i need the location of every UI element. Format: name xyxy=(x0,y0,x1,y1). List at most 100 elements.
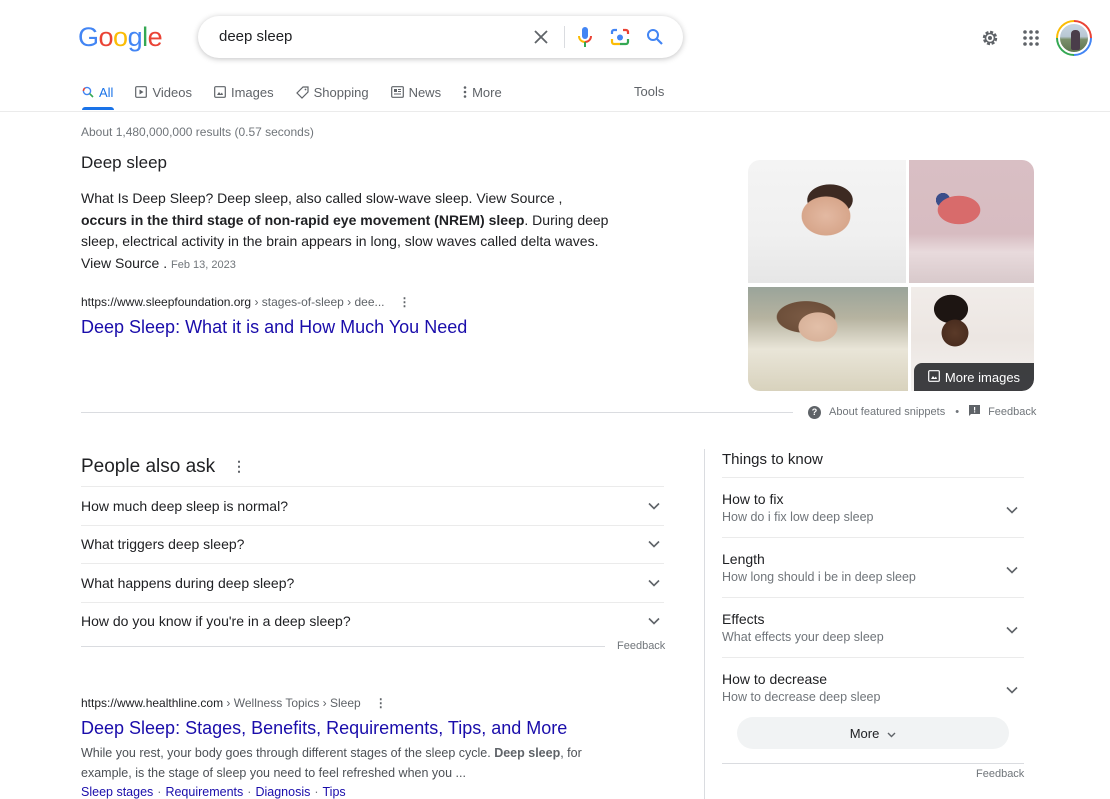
item-subtitle: How do i fix low deep sleep xyxy=(722,510,874,524)
people-also-ask-title: People also ask xyxy=(81,456,216,477)
sitelink[interactable]: Diagnosis xyxy=(255,785,310,799)
tab-label: News xyxy=(408,84,442,100)
avatar-photo xyxy=(1058,22,1090,54)
tab-label: Images xyxy=(230,84,274,100)
apps-grid-icon[interactable] xyxy=(1020,27,1042,49)
url-domain: https://www.healthline.com xyxy=(81,696,224,710)
featured-snippet-url[interactable]: https://www.sleepfoundation.org › stages… xyxy=(81,295,411,309)
result-url[interactable]: https://www.healthline.com › Wellness To… xyxy=(81,696,387,710)
item-heading: How to fix xyxy=(722,491,784,507)
chevron-down-icon xyxy=(1006,561,1018,579)
tab-shopping[interactable]: Shopping xyxy=(295,84,369,100)
snippet-divider xyxy=(81,412,793,413)
about-featured-snippets-link[interactable]: About featured snippets xyxy=(829,406,945,418)
tab-news[interactable]: News xyxy=(390,84,442,100)
clear-icon[interactable] xyxy=(529,25,553,49)
things-to-know-more-button[interactable]: More xyxy=(737,717,1009,749)
header-divider xyxy=(0,111,1110,112)
paa-options-icon[interactable]: ⋮ xyxy=(232,458,246,475)
search-tabs: All Videos Images Shopping News More xyxy=(82,84,524,100)
tab-images[interactable]: Images xyxy=(214,84,274,100)
result-title-link[interactable]: Deep Sleep: Stages, Benefits, Requiremen… xyxy=(81,718,567,739)
paa-question[interactable]: How do you know if you're in a deep slee… xyxy=(81,601,664,641)
sitelink[interactable]: Tips xyxy=(323,785,346,799)
snippet-footer: ? About featured snippets • Feedback xyxy=(808,405,1036,419)
result-snippet: While you rest, your body goes through d… xyxy=(81,743,601,783)
item-heading: Effects xyxy=(722,611,765,627)
help-icon: ? xyxy=(808,405,821,419)
search-box[interactable]: deep sleep xyxy=(198,16,683,58)
active-tab-indicator xyxy=(82,107,114,110)
more-images-button[interactable]: More images xyxy=(914,363,1034,391)
tools-button[interactable]: Tools xyxy=(634,84,664,99)
bullet-separator: • xyxy=(955,406,960,418)
chevron-down-icon xyxy=(1006,501,1018,519)
things-to-know-feedback-link[interactable]: Feedback xyxy=(976,768,1024,780)
things-to-know-divider xyxy=(722,763,1024,764)
google-logo[interactable]: Google xyxy=(78,22,163,53)
snippet-highlight: occurs in the third stage of non-rapid e… xyxy=(81,211,525,228)
microphone-icon[interactable] xyxy=(573,25,597,49)
logo-letter: o xyxy=(113,22,128,52)
things-to-know-item[interactable]: Effects What effects your deep sleep xyxy=(722,597,1024,657)
chevron-down-icon xyxy=(648,540,660,548)
paa-question[interactable]: What happens during deep sleep? xyxy=(81,563,664,602)
featured-snippet-link[interactable]: Deep Sleep: What it is and How Much You … xyxy=(81,317,467,338)
chevron-down-icon xyxy=(648,617,660,625)
question-text: How do you know if you're in a deep slee… xyxy=(81,613,351,630)
url-domain: https://www.sleepfoundation.org xyxy=(81,295,252,309)
camera-lens-icon[interactable] xyxy=(608,25,632,49)
tab-label: Videos xyxy=(152,84,192,100)
snippet-text: What Is Deep Sleep? Deep sleep, also cal… xyxy=(81,190,563,206)
image-thumbnail[interactable] xyxy=(748,160,906,283)
result-sitelinks: Sleep stages · Requirements · Diagnosis · Tips xyxy=(81,785,346,799)
tab-label: More xyxy=(472,84,502,100)
logo-letter: G xyxy=(78,22,99,52)
url-path: › Wellness Topics › Sleep xyxy=(223,696,361,710)
settings-gear-icon[interactable] xyxy=(979,27,1001,49)
sidebar-divider xyxy=(704,449,705,799)
sitelink-separator: · xyxy=(314,785,319,799)
image-gallery: More images xyxy=(748,160,1034,391)
tab-all[interactable]: All xyxy=(82,84,113,100)
tab-label: Shopping xyxy=(313,84,369,100)
kebab-icon xyxy=(463,86,467,98)
image-icon xyxy=(214,86,226,98)
snippet-text: While you rest, your body goes through d… xyxy=(81,746,495,760)
tab-videos[interactable]: Videos xyxy=(135,84,192,100)
things-to-know-list: How to fix How do i fix low deep sleep L… xyxy=(722,477,1024,717)
result-options-icon[interactable]: ⋮ xyxy=(399,295,411,309)
people-also-ask-list: How much deep sleep is normal? What trig… xyxy=(81,486,664,640)
question-text: What happens during deep sleep? xyxy=(81,574,295,591)
sitelink-separator: · xyxy=(247,785,252,799)
sitelink[interactable]: Sleep stages xyxy=(81,785,153,799)
search-input[interactable]: deep sleep xyxy=(219,28,292,45)
tab-more[interactable]: More xyxy=(463,84,502,100)
tag-icon xyxy=(295,85,309,99)
logo-letter: o xyxy=(98,22,114,52)
avatar[interactable] xyxy=(1056,20,1092,56)
result-stats: About 1,480,000,000 results (0.57 second… xyxy=(81,125,314,139)
paa-question[interactable]: How much deep sleep is normal? xyxy=(81,486,664,525)
feedback-link[interactable]: Feedback xyxy=(988,406,1036,418)
image-thumbnail[interactable] xyxy=(909,160,1034,283)
result-options-icon[interactable]: ⋮ xyxy=(375,696,387,710)
things-to-know-item[interactable]: How to decrease How to decrease deep sle… xyxy=(722,657,1024,717)
url-path: › stages-of-sleep › dee... xyxy=(251,295,385,309)
paa-question[interactable]: What triggers deep sleep? xyxy=(81,524,664,564)
paa-feedback-link[interactable]: Feedback xyxy=(617,640,665,652)
search-divider xyxy=(564,26,565,48)
question-text: How much deep sleep is normal? xyxy=(81,497,288,514)
things-to-know-item[interactable]: How to fix How do i fix low deep sleep xyxy=(722,477,1024,537)
sitelink[interactable]: Requirements xyxy=(165,785,243,799)
logo-letter: g xyxy=(127,22,143,52)
more-label: More xyxy=(849,725,880,741)
things-to-know-item[interactable]: Length How long should i be in deep slee… xyxy=(722,537,1024,597)
search-icon[interactable] xyxy=(643,25,667,49)
image-thumbnail[interactable] xyxy=(748,287,908,391)
item-subtitle: How long should i be in deep sleep xyxy=(722,570,916,584)
logo-letter: e xyxy=(147,22,163,52)
image-icon xyxy=(928,369,940,385)
tab-label: All xyxy=(99,84,114,100)
chevron-down-icon xyxy=(1006,621,1018,639)
